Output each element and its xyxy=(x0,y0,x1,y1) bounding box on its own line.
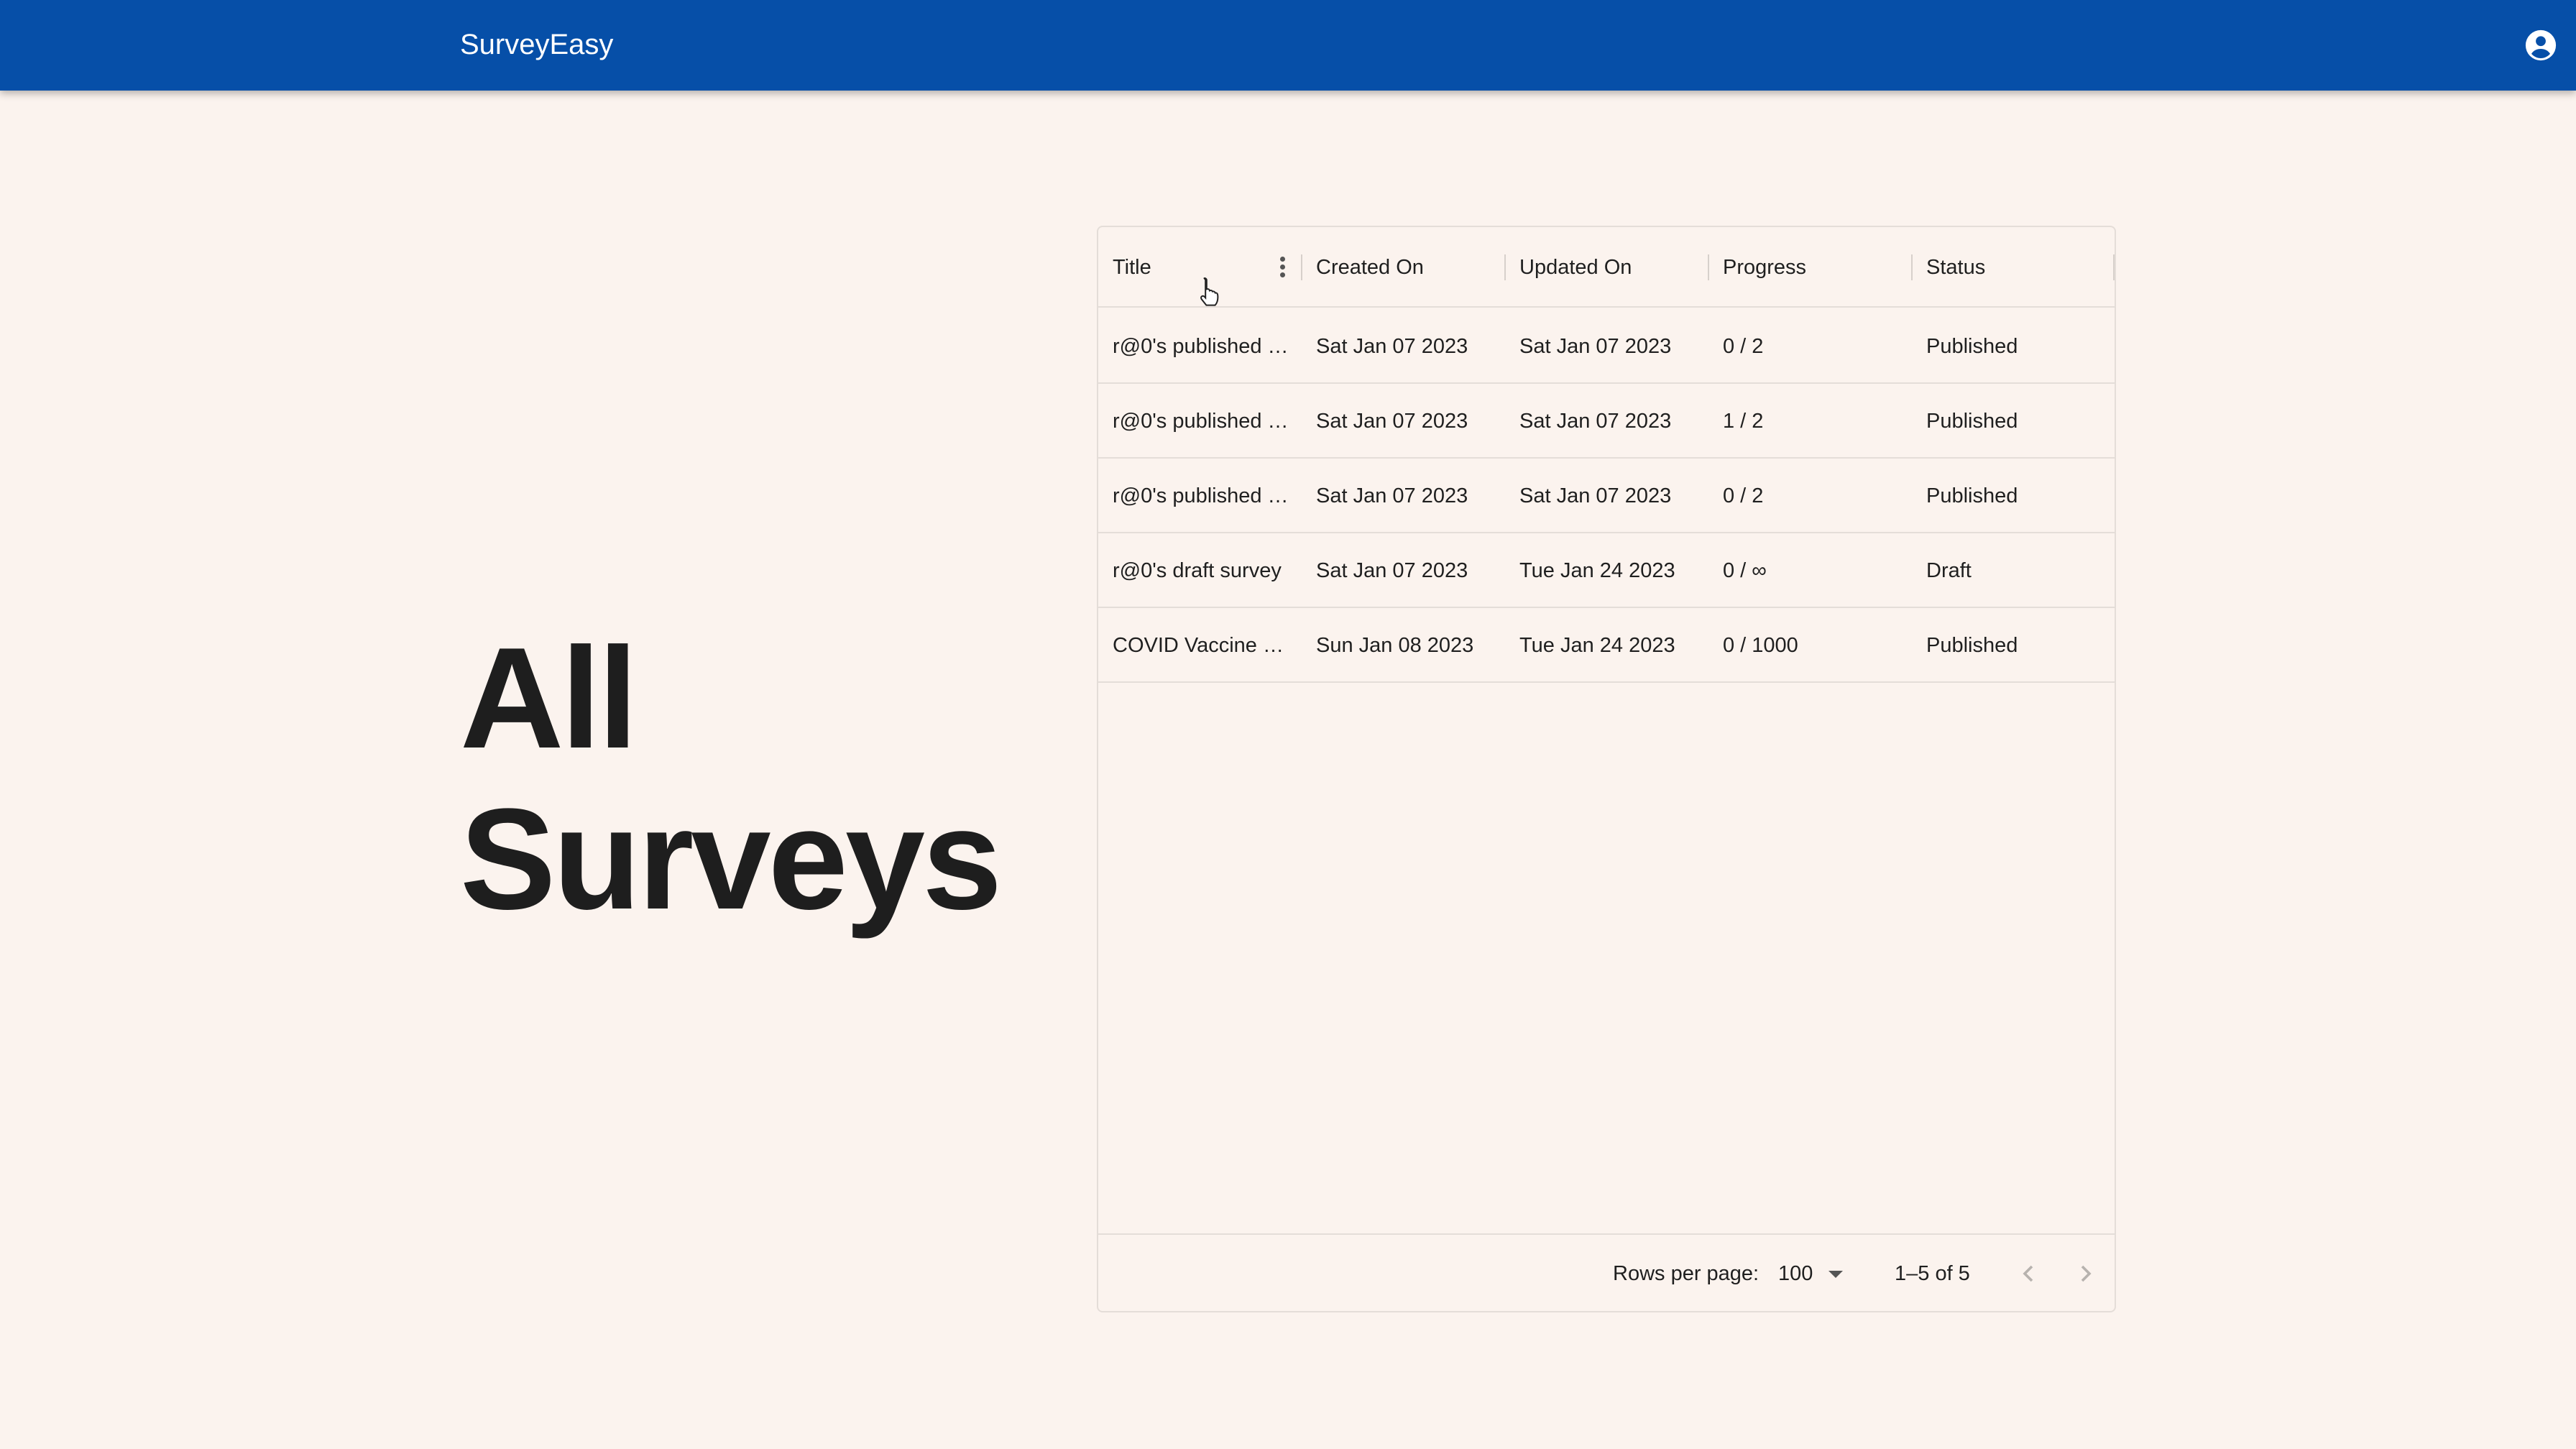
table-row[interactable]: r@0's published … Sat Jan 07 2023 Sat Ja… xyxy=(1098,309,2115,384)
cell-progress: 0 / 1000 xyxy=(1723,634,1798,657)
table-row[interactable]: COVID Vaccine … Sun Jan 08 2023 Tue Jan … xyxy=(1098,608,2115,683)
pagination-range: 1–5 of 5 xyxy=(1895,1262,1970,1285)
column-header-updated-on[interactable]: Updated On xyxy=(1505,227,1708,308)
more-vert-icon[interactable] xyxy=(1274,254,1291,280)
table-row[interactable]: r@0's published … Sat Jan 07 2023 Sat Ja… xyxy=(1098,459,2115,533)
cell-status: Published xyxy=(1926,335,2018,358)
page-title-line-2: Surveys xyxy=(460,779,1002,939)
cell-title: COVID Vaccine … xyxy=(1113,634,1284,657)
cell-status: Published xyxy=(1926,484,2018,507)
page-title: All Surveys xyxy=(460,618,1002,940)
table-row[interactable]: r@0's draft survey Sat Jan 07 2023 Tue J… xyxy=(1098,533,2115,608)
previous-page-button[interactable] xyxy=(2011,1256,2046,1291)
cell-updated-on: Tue Jan 24 2023 xyxy=(1519,634,1675,657)
account-circle-icon[interactable] xyxy=(2524,29,2557,62)
next-page-button[interactable] xyxy=(2069,1256,2103,1291)
cell-created-on: Sun Jan 08 2023 xyxy=(1316,634,1474,657)
column-header-progress[interactable]: Progress xyxy=(1708,227,1911,308)
cell-title: r@0's draft survey xyxy=(1113,559,1282,582)
cell-progress: 0 / ∞ xyxy=(1723,559,1767,582)
brand-title[interactable]: SurveyEasy xyxy=(460,27,613,62)
rows-per-page-value: 100 xyxy=(1778,1262,1813,1285)
column-separator[interactable] xyxy=(2113,254,2115,280)
column-header-status[interactable]: Status xyxy=(1912,227,2115,308)
cell-progress: 0 / 2 xyxy=(1723,484,1764,507)
cell-progress: 0 / 2 xyxy=(1723,335,1764,358)
chevron-right-icon xyxy=(2081,1265,2092,1282)
page-title-line-1: All xyxy=(460,618,638,778)
chevron-left-icon xyxy=(2023,1265,2033,1282)
app-bar: SurveyEasy xyxy=(0,0,2576,91)
cell-status: Published xyxy=(1926,634,2018,657)
cell-created-on: Sat Jan 07 2023 xyxy=(1316,335,1468,358)
cell-status: Published xyxy=(1926,410,2018,433)
cell-created-on: Sat Jan 07 2023 xyxy=(1316,484,1468,507)
cell-created-on: Sat Jan 07 2023 xyxy=(1316,410,1468,433)
rows-per-page-select[interactable]: 100 xyxy=(1778,1256,1850,1291)
surveys-table: Title Created On Updated On Progress Sta… xyxy=(1097,226,2116,1312)
column-header-created-on[interactable]: Created On xyxy=(1302,227,1504,308)
cell-progress: 1 / 2 xyxy=(1723,410,1764,433)
cell-updated-on: Sat Jan 07 2023 xyxy=(1519,410,1672,433)
cell-updated-on: Sat Jan 07 2023 xyxy=(1519,484,1672,507)
cell-status: Draft xyxy=(1926,559,1972,582)
cell-title: r@0's published … xyxy=(1113,410,1287,433)
cell-title: r@0's published … xyxy=(1113,335,1287,358)
cell-title: r@0's published … xyxy=(1113,484,1287,507)
cell-updated-on: Tue Jan 24 2023 xyxy=(1519,559,1675,582)
table-row[interactable]: r@0's published … Sat Jan 07 2023 Sat Ja… xyxy=(1098,384,2115,459)
rows-per-page-label: Rows per page: xyxy=(1613,1262,1760,1285)
cell-created-on: Sat Jan 07 2023 xyxy=(1316,559,1468,582)
table-header: Title Created On Updated On Progress Sta… xyxy=(1098,227,2115,308)
cell-updated-on: Sat Jan 07 2023 xyxy=(1519,335,1672,358)
arrow-drop-down-icon xyxy=(1828,1271,1843,1278)
hand-pointer-cursor-icon xyxy=(1196,276,1222,308)
table-pagination: Rows per page: 100 1–5 of 5 xyxy=(1098,1233,2115,1311)
